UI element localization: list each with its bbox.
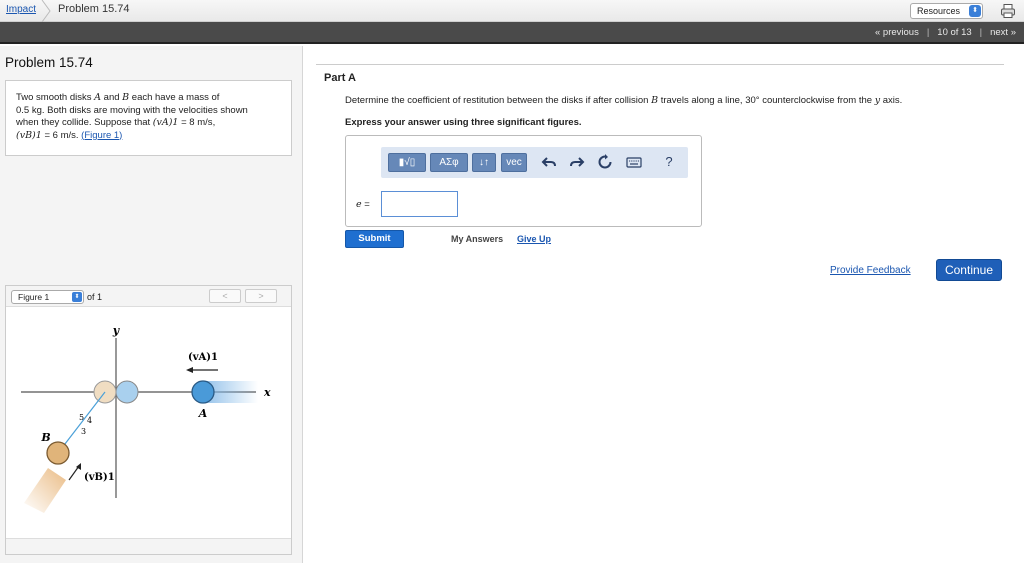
velocity-a-label: (vA)1 <box>188 352 218 363</box>
symbols-button[interactable]: ΑΣφ <box>430 153 468 172</box>
figure-panel: Figure 1 ⬍ of 1 < > y x A (vA)1 B 5 4 3 … <box>5 285 292 555</box>
va-unit: m/s <box>197 117 213 128</box>
mass-unit: kg <box>31 104 42 116</box>
vb-value: = 6 <box>44 129 58 141</box>
x-axis-label: x <box>263 386 271 399</box>
figure-footer <box>6 538 291 554</box>
select-arrow-icon: ⬍ <box>72 292 82 302</box>
statement-var-a: A <box>94 92 102 103</box>
velocity-b-label: (vB)1 <box>84 472 115 483</box>
velocity-b-arrow <box>68 465 80 481</box>
printer-icon[interactable] <box>1000 3 1016 19</box>
question-text-part: travels along a line, 30° counterclockwi… <box>660 95 873 106</box>
punctuation: . <box>75 129 79 141</box>
question-text-part: axis. <box>882 95 903 106</box>
undo-icon[interactable] <box>541 154 557 170</box>
redo-icon[interactable] <box>569 154 585 170</box>
figure-count: of 1 <box>87 292 103 302</box>
provide-feedback-link[interactable]: Provide Feedback <box>830 265 911 276</box>
select-arrow-icon: ⬍ <box>969 5 981 17</box>
problem-title: Problem 15.74 <box>5 55 93 70</box>
input-label-var: e <box>356 199 362 210</box>
sort-button[interactable]: ↓↑ <box>472 153 496 172</box>
statement-text: Two smooth disks <box>16 92 92 103</box>
problem-statement: Two smooth disks A and B each have a mas… <box>5 80 292 156</box>
statement-text: . Both disks are moving with the velocit… <box>41 104 248 116</box>
my-answers-link[interactable]: My Answers <box>451 234 503 244</box>
navigation-bar: « previous | 10 of 13 | next » <box>0 22 1024 44</box>
submit-button[interactable]: Submit <box>345 230 404 248</box>
keyboard-icon[interactable] <box>626 154 642 170</box>
question-var-b: B <box>651 95 659 106</box>
reset-icon[interactable] <box>597 154 613 170</box>
section-divider <box>316 64 1004 65</box>
next-link[interactable]: next » <box>990 27 1016 38</box>
statement-text: and <box>103 92 120 103</box>
disk-b-motion-trail <box>24 468 66 513</box>
y-axis-label: y <box>112 324 121 337</box>
top-bar: Impact Problem 15.74 Resources ⬍ <box>0 0 1024 22</box>
templates-button[interactable]: ▮√▯ <box>388 153 426 172</box>
statement-var-b: B <box>122 92 130 103</box>
breadcrumb-separator-icon <box>41 0 51 22</box>
va-value: = 8 <box>181 117 195 128</box>
disk-b <box>46 441 70 465</box>
disk-a <box>191 380 215 404</box>
mass-value: 0.5 <box>16 104 30 116</box>
resources-label: Resources <box>917 6 961 16</box>
nav-separator: | <box>979 27 983 38</box>
answer-instruction: Express your answer using three signific… <box>345 117 582 128</box>
previous-link[interactable]: « previous <box>875 27 919 38</box>
figure-next-button[interactable]: > <box>245 289 277 303</box>
input-label: e = <box>356 199 370 210</box>
velocity-a-arrowhead <box>186 367 193 373</box>
position-indicator: 10 of 13 <box>937 27 972 38</box>
vector-button[interactable]: vec <box>501 153 527 172</box>
breadcrumb-impact-link[interactable]: Impact <box>6 4 36 15</box>
question-text-part: Determine the coefficient of restitution… <box>345 95 649 106</box>
figure-header: Figure 1 ⬍ of 1 < > <box>6 286 291 307</box>
disk-a-collision-ghost <box>115 380 139 404</box>
vb-symbol: (vB)1 <box>16 129 42 141</box>
input-label-eq: = <box>364 199 370 210</box>
slope-label-5: 5 <box>79 413 84 422</box>
statement-text: each have a mass of <box>131 92 220 103</box>
answer-box: ▮√▯ ΑΣφ ↓↑ vec ? e = <box>345 135 702 227</box>
figure-link[interactable]: (Figure 1) <box>81 130 122 141</box>
math-toolbar: ▮√▯ ΑΣφ ↓↑ vec ? <box>381 147 688 178</box>
continue-button[interactable]: Continue <box>936 259 1002 281</box>
slope-label-4: 4 <box>87 416 92 425</box>
va-symbol: (vA)1 <box>152 117 179 128</box>
disk-b-label: B <box>40 431 50 444</box>
collision-diagram: y x A (vA)1 B 5 4 3 (vB)1 <box>21 324 271 513</box>
part-label: Part A <box>324 72 356 84</box>
question-text: Determine the coefficient of restitution… <box>345 95 902 106</box>
breadcrumb-title: Problem 15.74 <box>58 3 130 15</box>
punctuation: , <box>212 117 216 128</box>
give-up-link[interactable]: Give Up <box>517 234 551 244</box>
disk-a-label: A <box>198 407 208 420</box>
figure-select-label: Figure 1 <box>18 292 50 302</box>
question-axis: y <box>874 95 881 106</box>
figure-prev-button[interactable]: < <box>209 289 241 303</box>
vb-unit: m/s <box>60 129 76 141</box>
statement-text: when they collide. Suppose that <box>16 117 151 128</box>
answer-input[interactable] <box>381 191 458 217</box>
resources-select[interactable]: Resources ⬍ <box>910 3 983 19</box>
nav-separator: | <box>926 27 930 38</box>
slope-label-3: 3 <box>81 427 86 436</box>
figure-select[interactable]: Figure 1 ⬍ <box>11 290 84 304</box>
help-button[interactable]: ? <box>661 154 677 170</box>
problem-pane: Problem 15.74 Two smooth disks A and B e… <box>0 46 303 563</box>
